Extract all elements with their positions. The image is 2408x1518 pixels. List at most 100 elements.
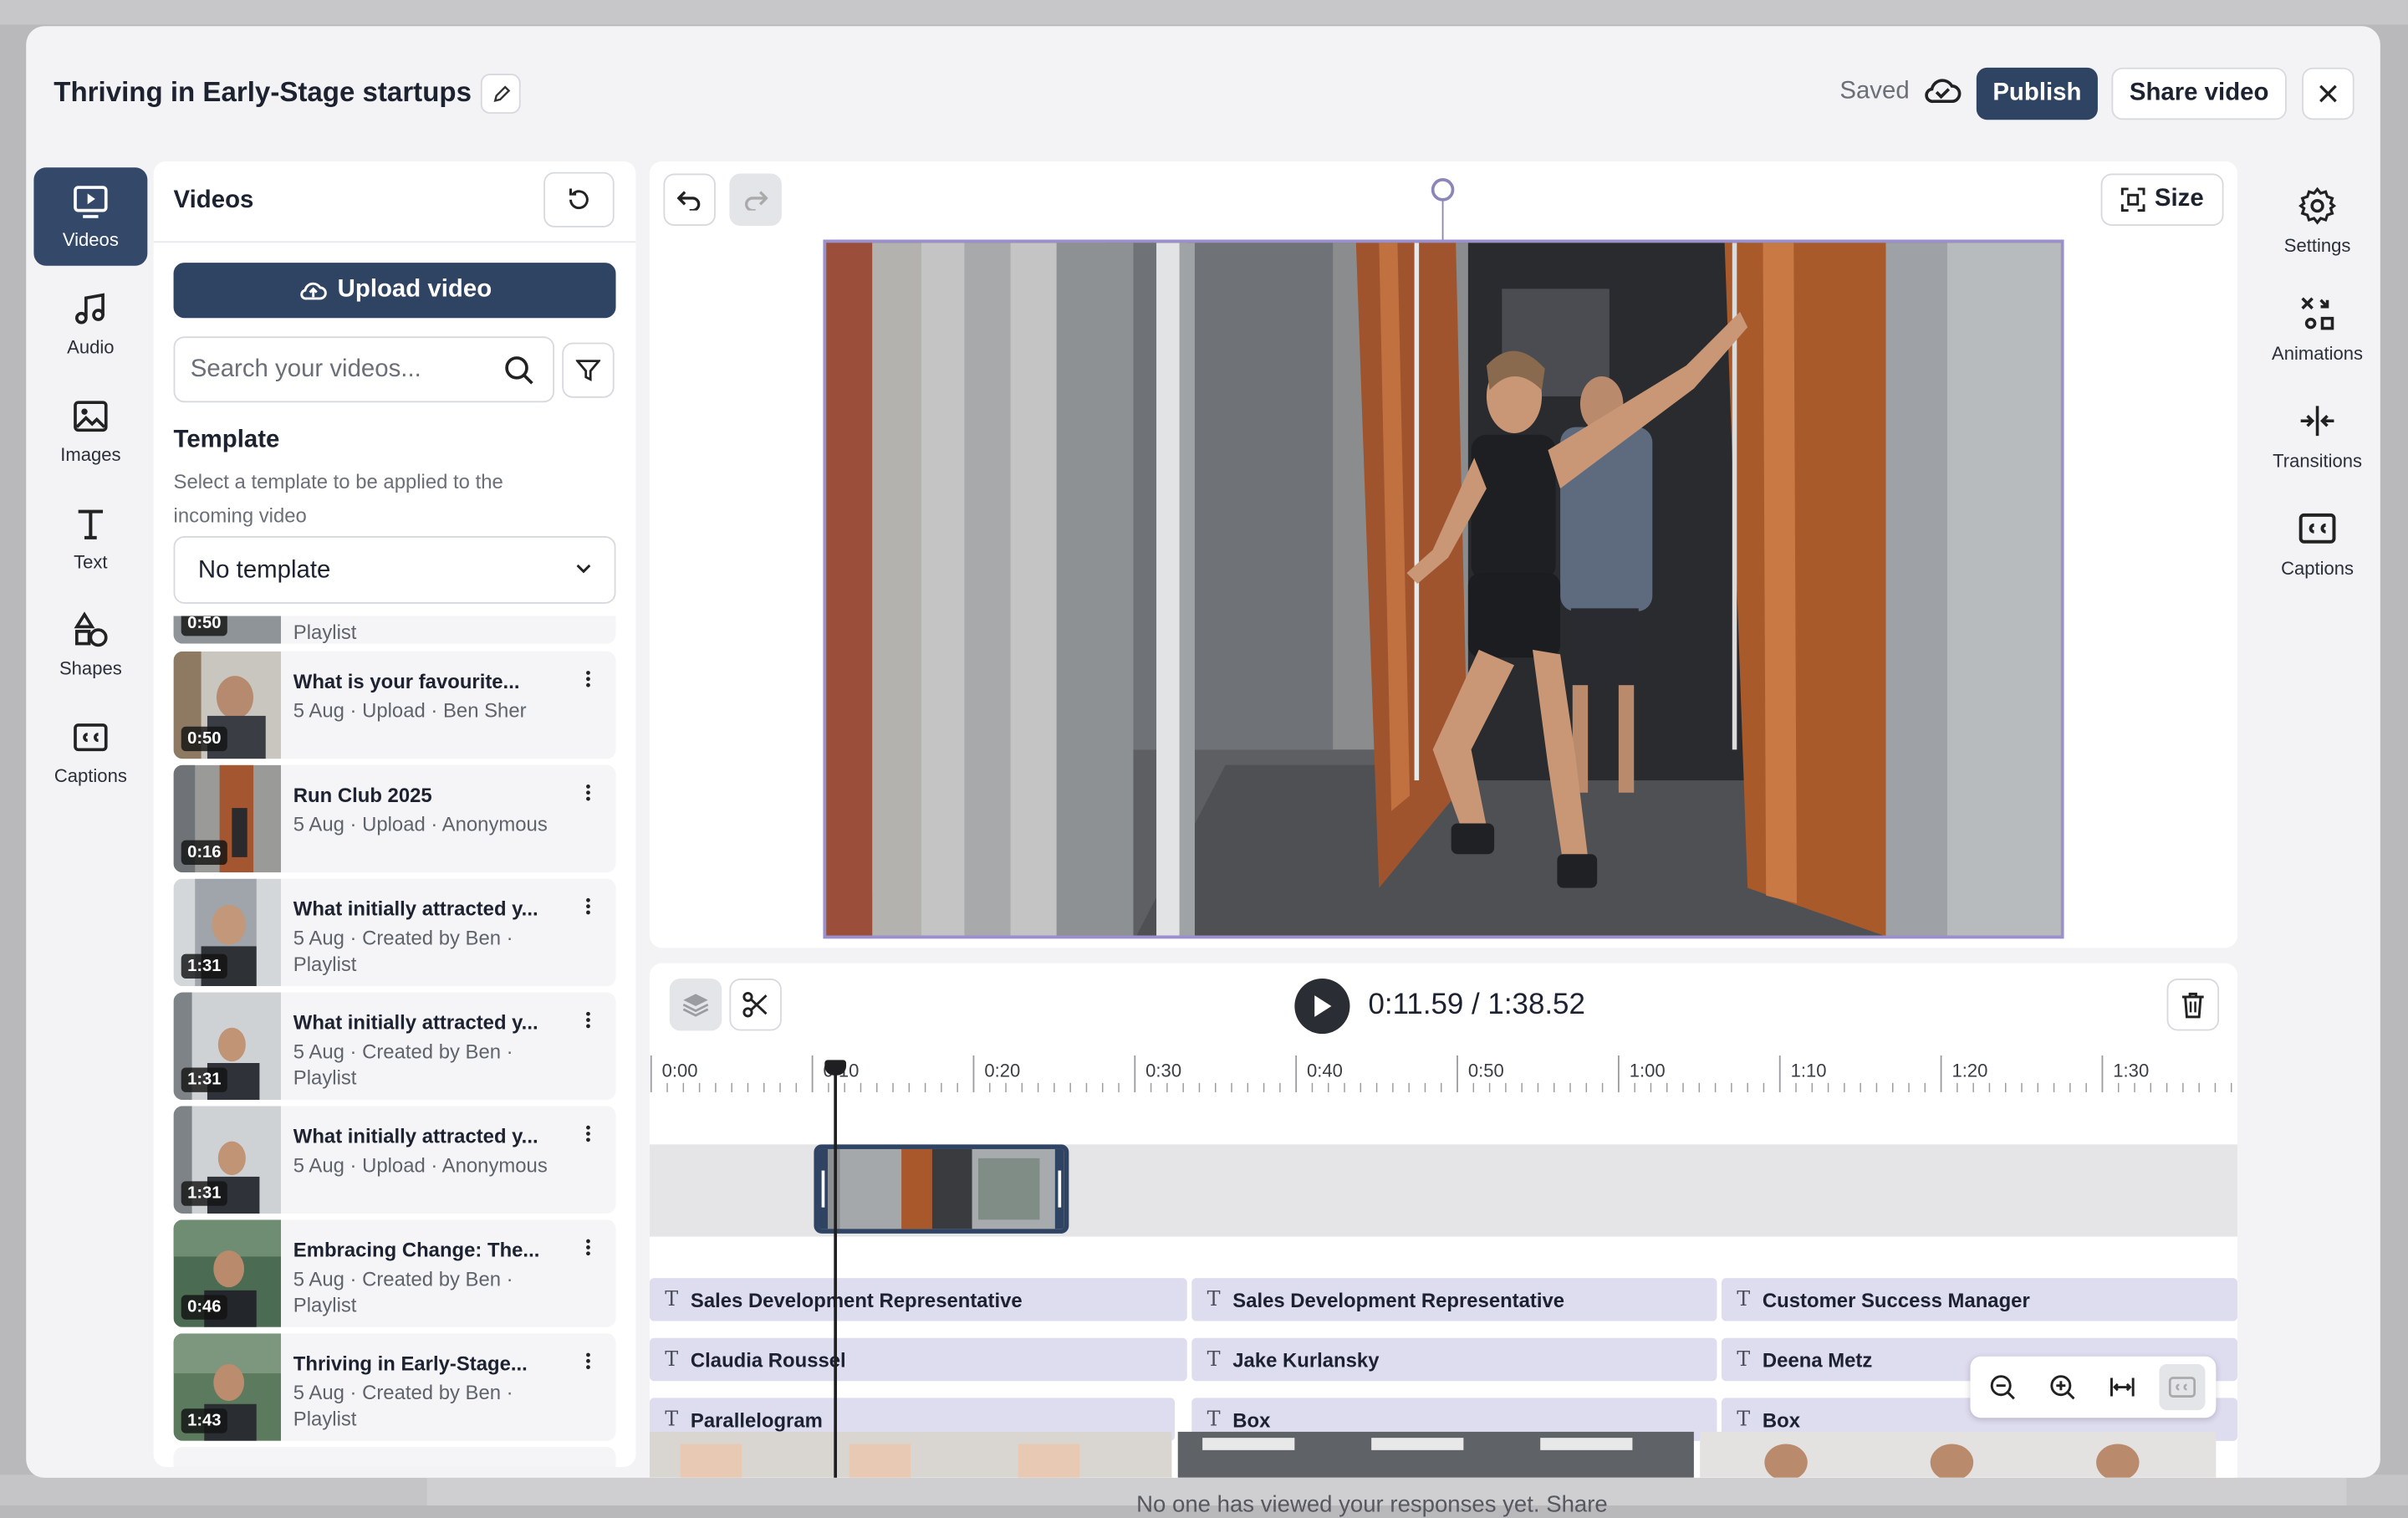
backdrop-top [0, 0, 2408, 25]
publish-button[interactable]: Publish [1976, 67, 2098, 120]
rail-captions-right[interactable]: Captions [2259, 490, 2376, 582]
text-segment[interactable]: T Jake Kurlansky [1191, 1337, 1717, 1382]
list-item[interactable]: 1:43 Thriving in Early-Stage... 5 Aug · … [173, 1333, 616, 1441]
list-item[interactable]: 0:50 Playlist [173, 616, 616, 644]
list-item[interactable]: 0:50 What is your favourite... 5 Aug · U… [173, 651, 616, 759]
more-options-button[interactable] [579, 667, 597, 691]
backdrop-note: No one has viewed your responses yet. Sh… [1136, 1491, 1608, 1518]
fit-timeline-button[interactable] [2099, 1364, 2145, 1410]
rail-captions[interactable]: Captions [33, 703, 147, 802]
rail-images[interactable]: Images [33, 382, 147, 481]
image-icon [74, 401, 108, 432]
text-segment[interactable]: T Sales Development Representative [1191, 1278, 1717, 1321]
list-item[interactable]: 1:31 What initially attracted y... 5 Aug… [173, 1106, 616, 1214]
duration-badge: 0:50 [181, 726, 227, 752]
search-icon[interactable] [503, 355, 534, 386]
segment-label: Sales Development Representative [1232, 1288, 1565, 1311]
zoom-out-button[interactable] [1980, 1364, 2026, 1410]
rail-audio[interactable]: Audio [33, 275, 147, 374]
refresh-button[interactable] [543, 171, 615, 227]
rail-label: Animations [2272, 342, 2364, 365]
more-options-button[interactable] [579, 1122, 597, 1146]
more-vertical-icon [586, 1011, 590, 1029]
play-button[interactable] [1294, 978, 1350, 1035]
search-input[interactable] [190, 353, 498, 387]
pencil-icon [492, 84, 510, 102]
shapes-icon [74, 611, 108, 647]
video-title: What initially attracted y... [293, 1124, 538, 1148]
text-segment[interactable]: T Claudia Roussel [649, 1337, 1187, 1382]
text-segment[interactable]: T Sales Development Representative [649, 1278, 1187, 1321]
transitions-icon [2300, 406, 2334, 437]
more-options-button[interactable] [579, 780, 597, 805]
template-description: Select a template to be applied to the i… [173, 470, 503, 527]
video-clip[interactable] [814, 1144, 1069, 1234]
time-ruler[interactable]: 0:00 0:10 0:20 0:30 0:40 0:50 1:00 1:10 … [650, 1055, 2237, 1129]
video-thumbnail: 0:16 [173, 764, 282, 873]
undo-button[interactable] [663, 173, 716, 226]
close-button[interactable] [2302, 67, 2354, 120]
segment-label: Sales Development Representative [690, 1288, 1023, 1311]
list-item[interactable]: 1:31 What initially attracted y... 5 Aug… [173, 992, 616, 1101]
segment-label: Box [1232, 1408, 1271, 1431]
list-item[interactable]: 1:31 What initially attracted y... 5 Aug… [173, 878, 616, 987]
split-button[interactable] [729, 978, 782, 1031]
text-segment[interactable]: T Customer Success Manager [1721, 1278, 2238, 1321]
resize-icon [2120, 187, 2145, 212]
layers-button[interactable] [669, 978, 722, 1031]
delete-button[interactable] [2166, 978, 2220, 1031]
rotate-handle[interactable] [1431, 178, 1455, 202]
animations-icon [2301, 297, 2334, 330]
trash-icon [2181, 992, 2204, 1019]
fit-width-icon [2110, 1377, 2135, 1397]
video-title: What initially attracted y... [293, 897, 538, 921]
panel-divider [153, 241, 636, 243]
size-button[interactable]: Size [2100, 173, 2224, 226]
rail-transitions[interactable]: Transitions [2259, 382, 2376, 474]
template-value: No template [197, 557, 331, 584]
more-options-button[interactable] [579, 1349, 597, 1373]
template-select[interactable]: No template [173, 536, 616, 604]
list-item[interactable]: 0:46 Embracing Change: The... 5 Aug · Cr… [173, 1219, 616, 1327]
more-vertical-icon [586, 1239, 590, 1256]
rail-settings[interactable]: Settings [2259, 167, 2376, 259]
list-item[interactable] [173, 1447, 616, 1468]
video-meta: Playlist [293, 621, 357, 644]
video-thumbnail: 1:31 [173, 1106, 282, 1214]
layers-icon [682, 994, 709, 1017]
zoom-out-icon [1990, 1375, 2015, 1400]
edit-title-button[interactable] [480, 74, 521, 114]
rotate-handle-line [1441, 197, 1444, 240]
rail-label: Transitions [2273, 450, 2363, 472]
more-vertical-icon [586, 671, 590, 687]
redo-button[interactable] [729, 173, 782, 226]
more-vertical-icon [586, 1125, 590, 1142]
video-icon [74, 186, 108, 218]
playhead-handle[interactable] [824, 1060, 847, 1076]
captions-toggle-button[interactable] [2159, 1363, 2206, 1411]
more-options-button[interactable] [579, 1235, 597, 1260]
page-title: Thriving in Early-Stage startups [54, 76, 472, 108]
share-video-button[interactable]: Share video [2111, 67, 2287, 120]
rail-animations[interactable]: Animations [2259, 275, 2376, 367]
upload-video-button[interactable]: Upload video [173, 263, 616, 319]
duration-badge: 0:46 [181, 1295, 227, 1320]
rail-shapes[interactable]: Shapes [33, 596, 147, 695]
undo-icon [676, 191, 701, 211]
rail-label: Shapes [59, 657, 122, 679]
more-options-button[interactable] [579, 1008, 597, 1032]
zoom-in-button[interactable] [2039, 1364, 2085, 1410]
playhead[interactable] [834, 1064, 838, 1478]
list-item[interactable]: 0:16 Run Club 2025 5 Aug · Upload · Anon… [173, 764, 616, 873]
filter-button[interactable] [562, 342, 615, 398]
video-frame[interactable] [823, 239, 2064, 939]
video-list: 0:50 Playlist 0:50 What is your favourit… [173, 616, 616, 1468]
redo-icon [745, 191, 768, 211]
rail-text[interactable]: Text [33, 490, 147, 589]
duration-badge: 1:31 [181, 1067, 227, 1092]
refresh-icon [569, 188, 589, 210]
cloud-check-icon [1925, 79, 1962, 104]
rail-videos[interactable]: Videos [33, 167, 148, 266]
chevron-down-icon [576, 564, 591, 574]
more-options-button[interactable] [579, 894, 597, 918]
